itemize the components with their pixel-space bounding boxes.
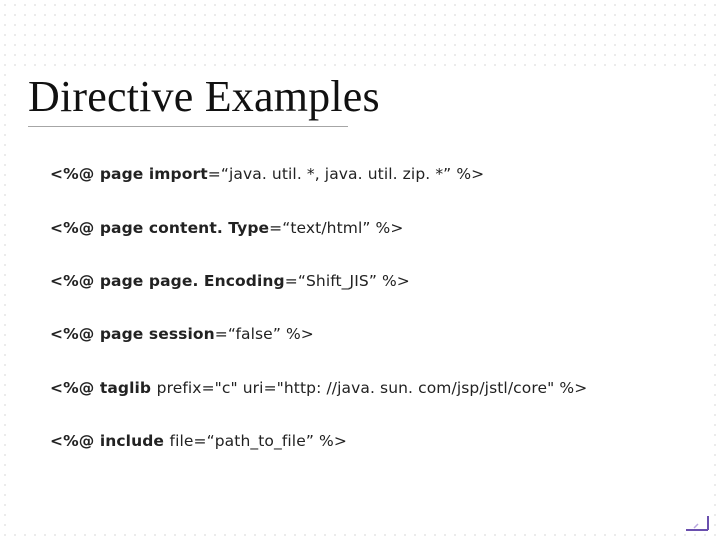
examples-list: <%@ page import=“java. util. *, java. ut… (28, 165, 692, 451)
code-segment: page session (100, 325, 215, 343)
code-segment: =“java. util. *, java. util. zip. *” %> (208, 165, 484, 183)
code-segment: include (100, 432, 170, 450)
code-segment: prefix="c" uri="http: //java. sun. com/j… (157, 379, 588, 397)
code-segment: =“Shift_JIS” %> (285, 272, 410, 290)
code-segment: file=“path_to_file” %> (170, 432, 347, 450)
code-segment: =“false” %> (215, 325, 314, 343)
code-segment: <%@ (50, 379, 100, 397)
code-segment: <%@ (50, 325, 100, 343)
code-segment: page content. Type (100, 219, 269, 237)
code-segment: <%@ (50, 272, 100, 290)
slide-container: Directive Examples <%@ page import=“java… (0, 0, 720, 540)
code-segment: page (100, 165, 149, 183)
directive-line: <%@ taglib prefix="c" uri="http: //java.… (50, 379, 692, 398)
code-segment: taglib (100, 379, 157, 397)
title-underline (28, 126, 348, 127)
code-segment: page page. Encoding (100, 272, 285, 290)
page-title: Directive Examples (28, 74, 692, 120)
code-segment: =“text/html” %> (269, 219, 403, 237)
directive-line: <%@ page import=“java. util. *, java. ut… (50, 165, 692, 184)
code-segment: <%@ (50, 219, 100, 237)
code-segment: <%@ (50, 165, 100, 183)
directive-line: <%@ page page. Encoding=“Shift_JIS” %> (50, 272, 692, 291)
code-segment: <%@ (50, 432, 100, 450)
code-segment: import (149, 165, 208, 183)
directive-line: <%@ page content. Type=“text/html” %> (50, 219, 692, 238)
corner-accent-icon (684, 514, 710, 532)
directive-line: <%@ page session=“false” %> (50, 325, 692, 344)
directive-line: <%@ include file=“path_to_file” %> (50, 432, 692, 451)
